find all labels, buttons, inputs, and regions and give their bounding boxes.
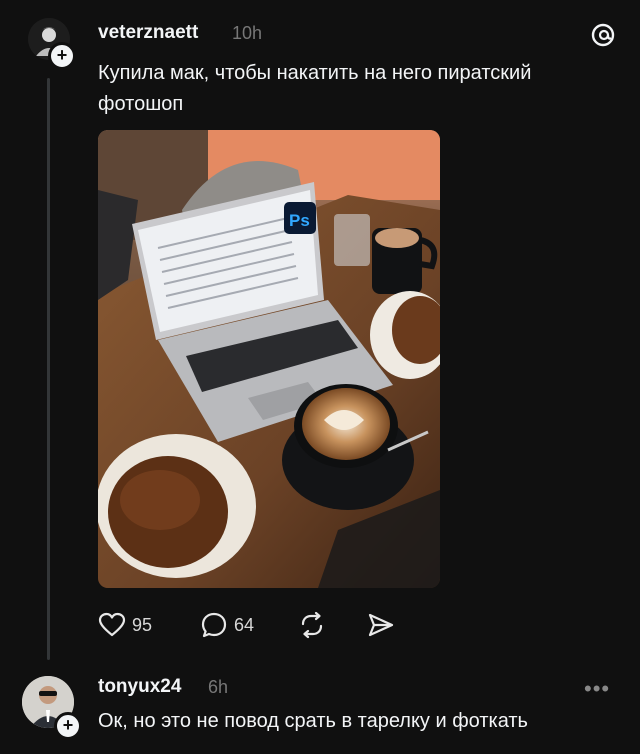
like-button[interactable]: 95: [98, 608, 152, 642]
post-text: Купила мак, чтобы накатить на него пират…: [98, 62, 532, 115]
comment-bubble-icon: [201, 612, 227, 638]
post-username[interactable]: veterznaett: [98, 22, 198, 44]
like-count: 95: [132, 614, 153, 635]
reply-time: 6h: [208, 677, 229, 697]
post-photo[interactable]: Ps: [98, 130, 440, 588]
send-icon: [368, 613, 394, 637]
reply-text: Ок, но это не повод срать в тарелку и фо…: [98, 710, 528, 732]
repost-button[interactable]: [298, 608, 326, 642]
repost-icon: [301, 611, 323, 639]
more-options-icon[interactable]: •••: [584, 676, 610, 702]
photoshop-badge: Ps: [289, 211, 310, 230]
thread-connector-line: [47, 78, 50, 660]
follow-plus-icon[interactable]: +: [48, 42, 76, 70]
threads-icon[interactable]: [590, 22, 616, 53]
share-button[interactable]: [366, 608, 396, 642]
reply-username[interactable]: tonyux24: [98, 676, 181, 698]
heart-icon: [98, 612, 126, 637]
comment-count: 64: [234, 614, 255, 635]
comment-button[interactable]: 64: [200, 608, 254, 642]
follow-plus-icon[interactable]: +: [54, 712, 82, 740]
post-time: 10h: [232, 23, 263, 43]
